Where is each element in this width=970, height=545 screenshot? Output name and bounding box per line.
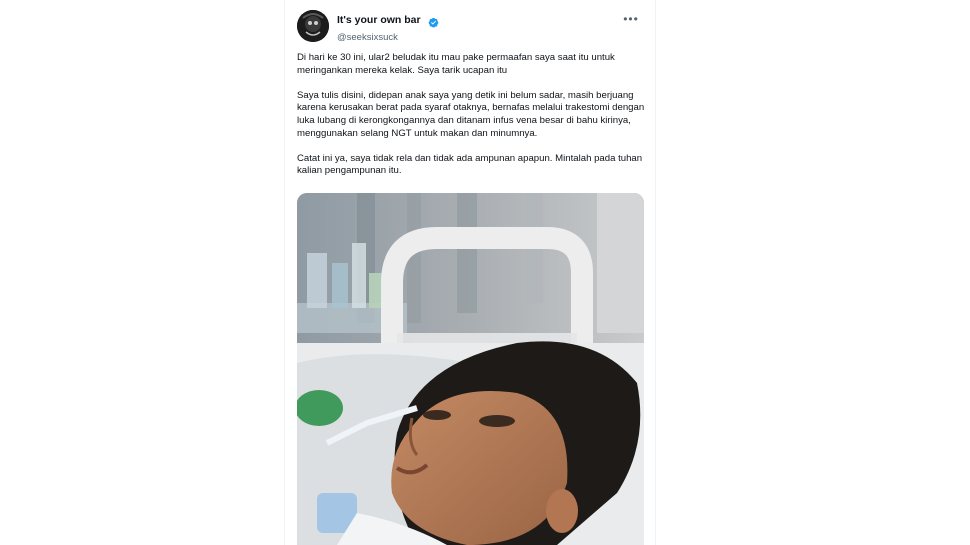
tweet-paragraph: Catat ini ya, saya tidak rela dan tidak … xyxy=(297,152,643,177)
tweet-paragraph: Saya tulis disini, didepan anak saya yan… xyxy=(297,89,645,139)
tweet-text: Di hari ke 30 ini, ular2 beludak itu mau… xyxy=(297,52,645,191)
tweet-card[interactable]: It's your own bar @seeksixsuck ••• Di ha… xyxy=(284,0,656,545)
user-names: It's your own bar @seeksixsuck xyxy=(337,12,439,44)
verified-badge-icon xyxy=(428,15,439,28)
avatar[interactable] xyxy=(297,10,329,42)
tweet-paragraph: Di hari ke 30 ini, ular2 beludak itu mau… xyxy=(297,52,615,76)
hospital-photo xyxy=(297,193,644,545)
tweet-photo[interactable] xyxy=(297,193,644,545)
user-handle[interactable]: @seeksixsuck xyxy=(337,31,439,44)
avatar-image xyxy=(297,10,329,42)
display-name[interactable]: It's your own bar xyxy=(337,14,421,27)
page: It's your own bar @seeksixsuck ••• Di ha… xyxy=(0,0,970,545)
more-horizontal-icon[interactable]: ••• xyxy=(623,13,639,25)
tweet-header: It's your own bar @seeksixsuck ••• xyxy=(297,10,643,44)
